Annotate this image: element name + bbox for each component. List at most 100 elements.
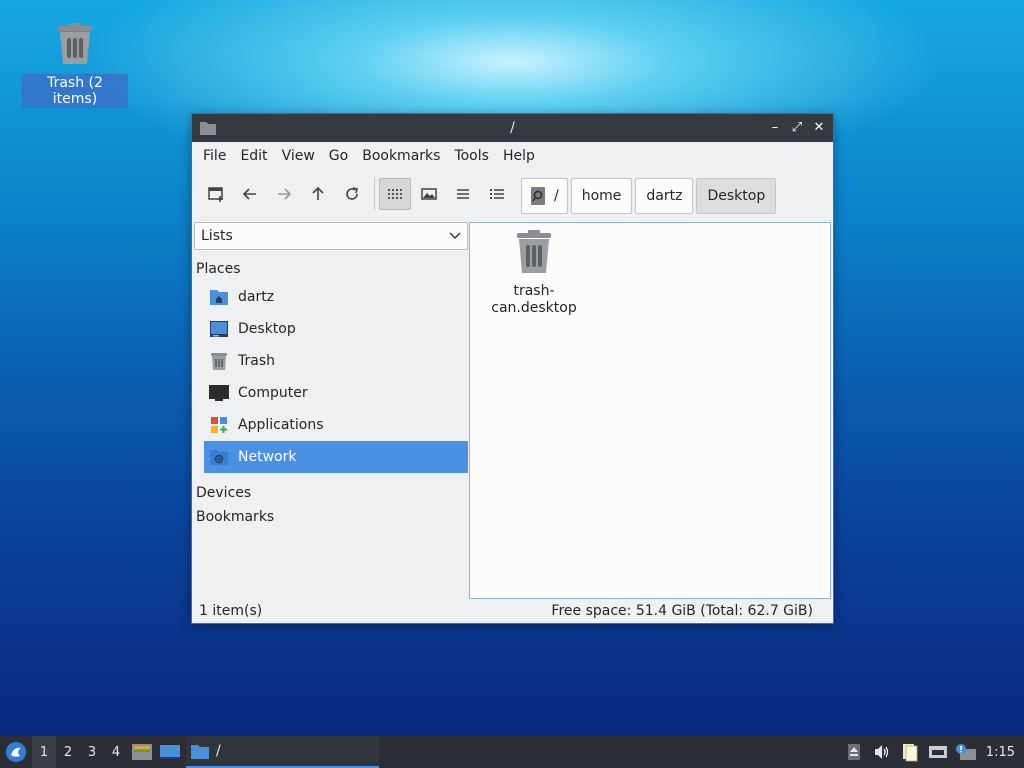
path-crumb-dartz[interactable]: dartz — [635, 178, 694, 214]
start-menu-button[interactable] — [0, 736, 32, 768]
place-label: Computer — [238, 385, 308, 401]
up-button[interactable] — [302, 178, 334, 210]
compact-view-button[interactable] — [447, 178, 479, 210]
toolbar-separator — [374, 177, 375, 211]
new-tab-icon — [208, 187, 223, 202]
workspace-1[interactable]: 1 — [32, 736, 56, 768]
workspace-4[interactable]: 4 — [104, 736, 128, 768]
place-applications[interactable]: Applications — [204, 409, 468, 441]
back-button[interactable] — [234, 178, 266, 210]
menu-help[interactable]: Help — [496, 142, 542, 170]
place-label: dartz — [238, 289, 275, 305]
clock[interactable]: 1:15 — [980, 745, 1024, 760]
place-network[interactable]: Network — [204, 441, 468, 473]
compact-list-icon — [457, 189, 469, 199]
side-pane-mode-select[interactable]: Lists — [194, 222, 468, 250]
tray-eject[interactable] — [840, 736, 868, 768]
toolbar: / home dartz Desktop — [192, 170, 833, 218]
launch-file-manager[interactable] — [128, 736, 156, 768]
drive-icon — [531, 187, 545, 205]
folder-icon — [200, 122, 216, 135]
tray-volume[interactable] — [868, 736, 896, 768]
place-computer[interactable]: Computer — [204, 377, 468, 409]
new-tab-button[interactable] — [200, 178, 232, 210]
path-bar: / home dartz Desktop — [521, 178, 777, 214]
detailed-list-icon — [490, 189, 504, 199]
file-name-line1: trash- — [513, 283, 555, 299]
arrow-left-icon — [242, 188, 256, 200]
computer-icon — [209, 385, 229, 401]
grid-view-icon — [388, 189, 402, 199]
reload-button[interactable] — [336, 178, 368, 210]
network-icon — [210, 450, 228, 465]
place-label: Trash — [238, 353, 275, 369]
devices-header[interactable]: Devices — [194, 485, 468, 501]
path-crumb-desktop[interactable]: Desktop — [696, 178, 777, 214]
thumbnail-view-button[interactable] — [413, 178, 445, 210]
task-file-manager[interactable]: / — [186, 736, 379, 768]
trash-icon — [211, 353, 227, 370]
file-view[interactable]: trash- can.desktop — [469, 222, 831, 599]
clipboard-icon — [902, 744, 918, 762]
trash-icon — [517, 230, 551, 273]
place-trash[interactable]: Trash — [204, 345, 468, 377]
file-manager-window: / – ⤢ ✕ File Edit View Go Bookmarks Tool… — [191, 113, 834, 624]
applications-icon — [211, 417, 227, 433]
file-name-line2: can.desktop — [491, 300, 577, 316]
taskbar: 1 2 3 4 / 1:15 — [0, 736, 1024, 768]
minimize-button[interactable]: – — [767, 119, 783, 135]
menu-tools[interactable]: Tools — [447, 142, 496, 170]
forward-button[interactable] — [268, 178, 300, 210]
place-label: Network — [238, 449, 297, 465]
image-view-icon — [421, 188, 437, 200]
volume-icon — [874, 745, 888, 759]
menu-bookmarks[interactable]: Bookmarks — [355, 142, 447, 170]
chevron-down-icon — [449, 232, 461, 239]
system-tray: 1:15 — [840, 736, 1024, 768]
home-folder-icon — [210, 290, 228, 305]
desktop-trash-label: Trash (2 items) — [22, 74, 128, 108]
file-item[interactable]: trash- can.desktop — [482, 229, 586, 317]
lubuntu-logo-icon — [6, 742, 26, 762]
trash-icon — [58, 23, 92, 64]
side-pane: Lists Places dartz Desktop Trash Compute… — [194, 222, 468, 598]
free-space: Free space: 51.4 GiB (Total: 62.7 GiB) — [551, 603, 813, 619]
show-desktop-icon — [160, 745, 180, 759]
task-title: / — [216, 743, 221, 759]
item-count: 1 item(s) — [199, 603, 263, 619]
place-label: Desktop — [238, 321, 296, 337]
launch-show-desktop[interactable] — [156, 736, 184, 768]
places-header[interactable]: Places — [194, 261, 468, 277]
menu-edit[interactable]: Edit — [233, 142, 274, 170]
folder-icon — [191, 744, 209, 759]
path-crumb-root[interactable]: / — [521, 178, 568, 214]
menubar: File Edit View Go Bookmarks Tools Help — [192, 142, 833, 170]
place-dartz[interactable]: dartz — [204, 281, 468, 313]
status-bar: 1 item(s) Free space: 51.4 GiB (Total: 6… — [192, 599, 833, 623]
maximize-button[interactable]: ⤢ — [789, 119, 805, 135]
menu-file[interactable]: File — [196, 142, 233, 170]
reload-icon — [346, 187, 358, 200]
arrow-up-icon — [312, 186, 324, 200]
workspace-3[interactable]: 3 — [80, 736, 104, 768]
tray-updates[interactable] — [952, 736, 980, 768]
place-desktop[interactable]: Desktop — [204, 313, 468, 345]
desktop-trash-item[interactable]: Trash (2 items) — [22, 22, 128, 108]
eject-icon — [847, 744, 860, 760]
menu-view[interactable]: View — [275, 142, 322, 170]
tray-network[interactable] — [924, 736, 952, 768]
workspace-2[interactable]: 2 — [56, 736, 80, 768]
icon-view-button[interactable] — [379, 178, 411, 210]
path-root-label: / — [554, 188, 559, 204]
window-titlebar[interactable]: / – ⤢ ✕ — [192, 114, 833, 142]
close-button[interactable]: ✕ — [811, 119, 827, 135]
path-crumb-home[interactable]: home — [570, 178, 633, 214]
file-manager-icon — [132, 744, 152, 760]
side-pane-mode-value: Lists — [201, 228, 233, 244]
menu-go[interactable]: Go — [322, 142, 355, 170]
arrow-right-icon — [278, 188, 292, 200]
bookmarks-header[interactable]: Bookmarks — [194, 509, 468, 525]
tray-clipboard[interactable] — [896, 736, 924, 768]
wired-network-icon — [928, 746, 947, 758]
detailed-view-button[interactable] — [481, 178, 513, 210]
